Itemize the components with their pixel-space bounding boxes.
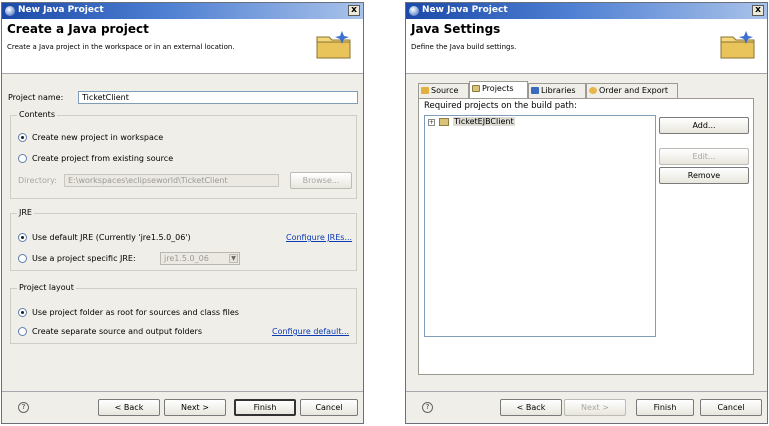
- jre-select[interactable]: jre1.5.0_06 ▼: [160, 252, 240, 265]
- tab-source[interactable]: Source: [418, 83, 469, 98]
- source-folder-icon: [421, 87, 429, 94]
- finish-button[interactable]: Finish: [636, 399, 694, 416]
- tab-libraries[interactable]: Libraries: [528, 83, 586, 98]
- java-settings-dialog: New Java Project x Java Settings Define …: [405, 2, 768, 424]
- tab-projects[interactable]: Projects: [469, 81, 528, 99]
- default-jre-label[interactable]: Use default JRE (Currently 'jre1.5.0_06'…: [32, 233, 191, 242]
- project-folder-icon: [439, 118, 449, 126]
- libraries-icon: [531, 87, 539, 94]
- specific-jre-label[interactable]: Use a project specific JRE:: [32, 254, 136, 263]
- tab-order-export-label: Order and Export: [599, 86, 669, 95]
- remove-button[interactable]: Remove: [659, 167, 749, 184]
- tab-projects-label: Projects: [482, 84, 514, 93]
- required-projects-label: Required projects on the build path:: [424, 101, 577, 111]
- folder-wizard-icon: [316, 31, 351, 59]
- wizard-header: Java Settings Define the Java build sett…: [406, 19, 767, 74]
- page-description: Define the Java build settings.: [411, 43, 517, 51]
- button-bar-separator: [2, 391, 363, 392]
- back-button[interactable]: < Back: [500, 399, 562, 416]
- button-bar-separator: [406, 391, 767, 392]
- tab-order-export[interactable]: Order and Export: [586, 83, 678, 98]
- close-button[interactable]: x: [348, 5, 360, 16]
- required-projects-list[interactable]: + TicketEJBClient: [424, 115, 656, 337]
- separate-folders-radio[interactable]: [18, 327, 27, 336]
- directory-label: Directory:: [18, 176, 57, 185]
- create-existing-label[interactable]: Create project from existing source: [32, 154, 173, 163]
- tab-source-label: Source: [431, 86, 459, 95]
- jre-select-value: jre1.5.0_06: [164, 254, 209, 263]
- configure-default-link[interactable]: Configure default...: [272, 327, 349, 336]
- cancel-button[interactable]: Cancel: [300, 399, 358, 416]
- contents-group-label: Contents: [17, 110, 57, 119]
- chevron-down-icon: ▼: [229, 254, 238, 263]
- next-button[interactable]: Next >: [164, 399, 226, 416]
- directory-input[interactable]: E:\workspaces\eclipseworld\TicketClient: [64, 174, 279, 187]
- help-icon[interactable]: ?: [422, 402, 433, 413]
- project-name-input[interactable]: TicketClient: [78, 91, 358, 104]
- close-button[interactable]: x: [752, 5, 764, 16]
- separate-folders-label[interactable]: Create separate source and output folder…: [32, 327, 202, 336]
- new-java-project-dialog: New Java Project x Create a Java project…: [1, 2, 364, 424]
- wizard-header: Create a Java project Create a Java proj…: [2, 19, 363, 74]
- project-name-label: Project name:: [8, 93, 64, 102]
- cancel-button[interactable]: Cancel: [700, 399, 762, 416]
- page-title: Create a Java project: [7, 22, 149, 36]
- next-button[interactable]: Next >: [564, 399, 626, 416]
- project-folder-icon: [472, 85, 480, 92]
- list-item[interactable]: TicketEJBClient: [453, 117, 515, 126]
- help-icon[interactable]: ?: [18, 402, 29, 413]
- specific-jre-radio[interactable]: [18, 254, 27, 263]
- edit-button[interactable]: Edit...: [659, 148, 749, 165]
- configure-jres-link[interactable]: Configure JREs...: [286, 233, 352, 242]
- browse-button[interactable]: Browse...: [290, 172, 352, 189]
- page-title: Java Settings: [411, 22, 501, 36]
- expand-icon[interactable]: +: [428, 119, 435, 126]
- order-export-icon: [589, 87, 597, 94]
- create-new-radio[interactable]: [18, 133, 27, 142]
- add-button[interactable]: Add...: [659, 117, 749, 134]
- create-existing-radio[interactable]: [18, 154, 27, 163]
- folder-root-label[interactable]: Use project folder as root for sources a…: [32, 308, 239, 317]
- create-new-label[interactable]: Create new project in workspace: [32, 133, 163, 142]
- back-button[interactable]: < Back: [98, 399, 160, 416]
- folder-root-radio[interactable]: [18, 308, 27, 317]
- folder-wizard-icon: [720, 31, 755, 59]
- title-bar[interactable]: New Java Project x: [2, 3, 363, 19]
- window-title: New Java Project: [422, 5, 508, 15]
- finish-button[interactable]: Finish: [234, 399, 296, 416]
- page-description: Create a Java project in the workspace o…: [7, 43, 235, 51]
- jre-group-label: JRE: [17, 208, 34, 217]
- window-title: New Java Project: [18, 5, 104, 15]
- tab-libraries-label: Libraries: [541, 86, 576, 95]
- eclipse-icon: [5, 6, 15, 16]
- eclipse-icon: [409, 6, 419, 16]
- title-bar[interactable]: New Java Project x: [406, 3, 767, 19]
- default-jre-radio[interactable]: [18, 233, 27, 242]
- project-layout-group-label: Project layout: [17, 283, 76, 292]
